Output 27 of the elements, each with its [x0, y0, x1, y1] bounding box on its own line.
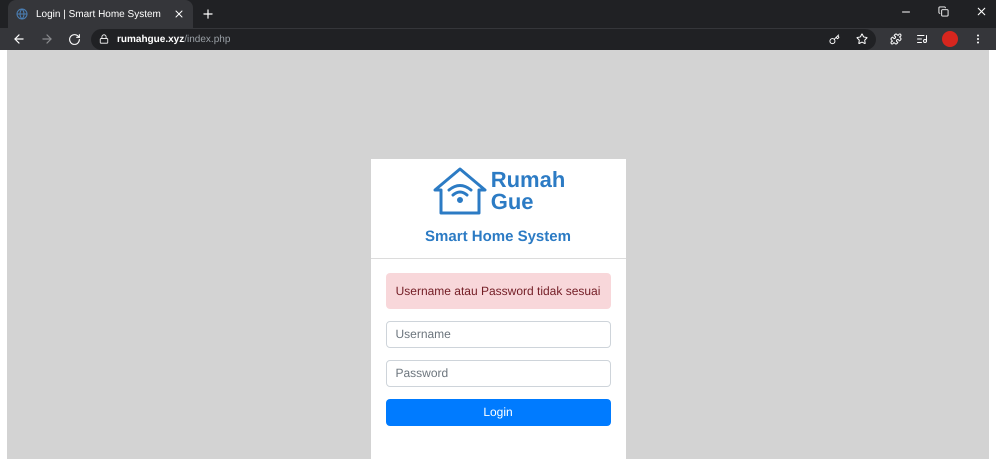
- lock-icon: [99, 34, 109, 44]
- close-window-icon[interactable]: [975, 5, 988, 18]
- subtitle: Smart Home System: [425, 227, 571, 247]
- house-wifi-icon: [430, 166, 489, 216]
- tab-title: Login | Smart Home System: [36, 8, 162, 22]
- star-icon[interactable]: [856, 33, 868, 46]
- password-field[interactable]: Password: [386, 360, 610, 386]
- back-icon[interactable]: [12, 32, 26, 46]
- error-alert: Username atau Password tidak sesuai: [386, 272, 610, 308]
- brand-name: Gue: [490, 191, 535, 213]
- username-field[interactable]: Username: [386, 320, 610, 348]
- playlist-icon[interactable]: [916, 33, 928, 46]
- login-button[interactable]: Login: [386, 398, 610, 426]
- url-host: rumahgue.xyz: [117, 34, 184, 45]
- new-tab-icon[interactable]: [201, 7, 215, 22]
- avatar-icon[interactable]: [942, 31, 958, 48]
- url-path: /index.php: [184, 34, 230, 45]
- close-icon[interactable]: [173, 8, 185, 20]
- reload-icon[interactable]: [68, 32, 81, 46]
- puzzle-icon[interactable]: [890, 33, 902, 46]
- browser-tab[interactable]: Login | Smart Home System: [8, 0, 193, 28]
- forward-icon[interactable]: [40, 32, 54, 46]
- address-bar[interactable]: rumahgue.xyz/index.php: [91, 28, 876, 50]
- brand-name: Rumah: [490, 169, 566, 191]
- globe-icon: [16, 8, 28, 20]
- restore-icon[interactable]: [938, 6, 949, 18]
- key-icon[interactable]: [829, 34, 840, 45]
